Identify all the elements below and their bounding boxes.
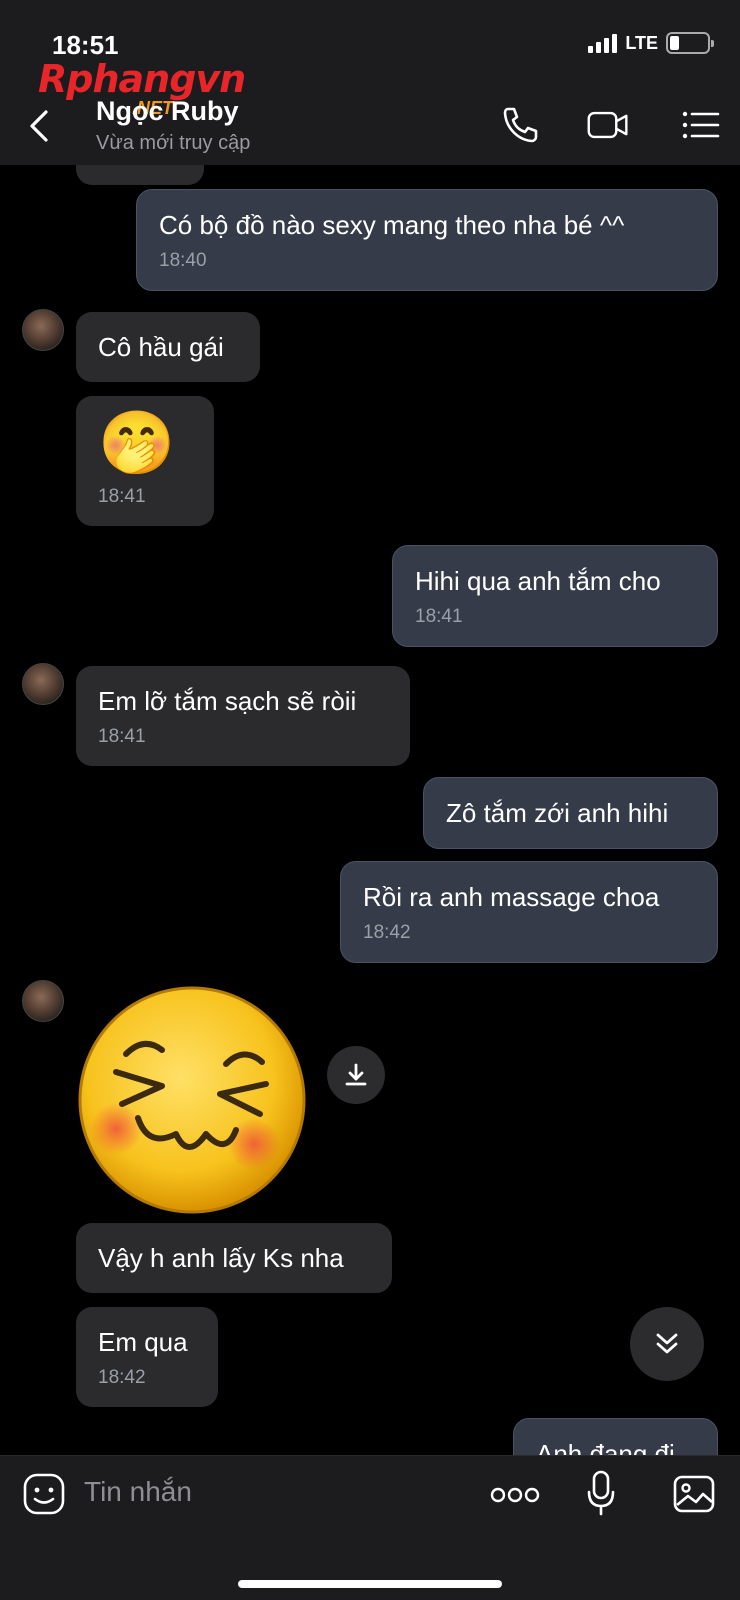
- message-bubble-incoming[interactable]: Em qua 18:42: [76, 1307, 218, 1407]
- hand-over-mouth-emoji: 🤭: [98, 406, 176, 479]
- chat-header: 18:51 LTE Rphangvn .NET Ngọc Ruby Vừa mớ…: [0, 0, 740, 165]
- double-chevron-down-icon: [656, 1333, 678, 1354]
- message-time: 18:41: [415, 606, 463, 627]
- message-text: Em lỡ tắm sạch sẽ ròii: [98, 686, 357, 716]
- more-options-icon[interactable]: [490, 1486, 540, 1504]
- battery-icon: [666, 32, 714, 54]
- home-indicator[interactable]: [238, 1580, 502, 1588]
- message-input[interactable]: Tin nhắn: [84, 1476, 192, 1508]
- message-time: 18:41: [98, 726, 146, 747]
- download-icon: [345, 1063, 367, 1086]
- sticker-emoji-icon[interactable]: [22, 1472, 66, 1516]
- message-time: 18:40: [159, 250, 207, 271]
- message-text: Cô hầu gái: [98, 332, 224, 362]
- message-bubble-outgoing[interactable]: Có bộ đồ nào sexy mang theo nha bé ^^ 18…: [136, 189, 718, 291]
- download-button[interactable]: [327, 1046, 385, 1104]
- phone-call-icon[interactable]: [498, 105, 542, 145]
- message-text: Anh đang đi: [536, 1439, 675, 1455]
- message-bubble-incoming[interactable]: Cô hầu gái: [76, 312, 260, 382]
- laughing-blush-sticker[interactable]: [76, 984, 308, 1216]
- contact-status: Vừa mới truy cập: [96, 132, 251, 154]
- contact-name[interactable]: Ngọc Ruby: [96, 96, 239, 127]
- message-bubble-partial: [76, 165, 204, 185]
- message-text: Zô tắm zới anh hihi: [446, 798, 669, 828]
- message-text: Em qua: [98, 1327, 188, 1357]
- contact-avatar[interactable]: [22, 980, 64, 1022]
- message-text: Có bộ đồ nào sexy mang theo nha bé ^^: [159, 210, 625, 240]
- message-bubble-emoji[interactable]: 🤭 18:41: [76, 396, 214, 526]
- message-bubble-outgoing[interactable]: Hihi qua anh tắm cho 18:41: [392, 545, 718, 647]
- message-list[interactable]: Có bộ đồ nào sexy mang theo nha bé ^^ 18…: [0, 165, 740, 1455]
- contact-avatar[interactable]: [22, 309, 64, 351]
- signal-icon: [588, 33, 618, 53]
- status-time: 18:51: [52, 30, 119, 60]
- message-bubble-outgoing[interactable]: Rồi ra anh massage choa 18:42: [340, 861, 718, 963]
- message-text: Hihi qua anh tắm cho: [415, 566, 661, 596]
- message-text: Vậy h anh lấy Ks nha: [98, 1243, 344, 1273]
- message-bubble-incoming[interactable]: Em lỡ tắm sạch sẽ ròii 18:41: [76, 666, 410, 766]
- message-time: 18:42: [98, 1367, 146, 1388]
- status-indicators: LTE: [588, 32, 714, 54]
- back-arrow-icon[interactable]: [24, 108, 54, 144]
- message-text: Rồi ra anh massage choa: [363, 882, 660, 912]
- message-bubble-outgoing[interactable]: Anh đang đi: [513, 1418, 718, 1455]
- message-time: 18:42: [363, 922, 411, 943]
- gallery-image-icon[interactable]: [672, 1474, 716, 1514]
- microphone-icon[interactable]: [586, 1470, 616, 1516]
- watermark-brand: Rphangvn: [38, 58, 245, 101]
- message-time: 18:41: [98, 486, 146, 507]
- scroll-to-bottom-button[interactable]: [630, 1307, 704, 1381]
- video-call-icon[interactable]: [586, 105, 630, 145]
- message-bubble-incoming[interactable]: Vậy h anh lấy Ks nha: [76, 1223, 392, 1293]
- contact-avatar[interactable]: [22, 663, 64, 705]
- message-bubble-outgoing[interactable]: Zô tắm zới anh hihi: [423, 777, 718, 849]
- message-composer: Tin nhắn: [0, 1455, 740, 1600]
- network-type: LTE: [625, 32, 658, 53]
- menu-icon[interactable]: [680, 105, 724, 145]
